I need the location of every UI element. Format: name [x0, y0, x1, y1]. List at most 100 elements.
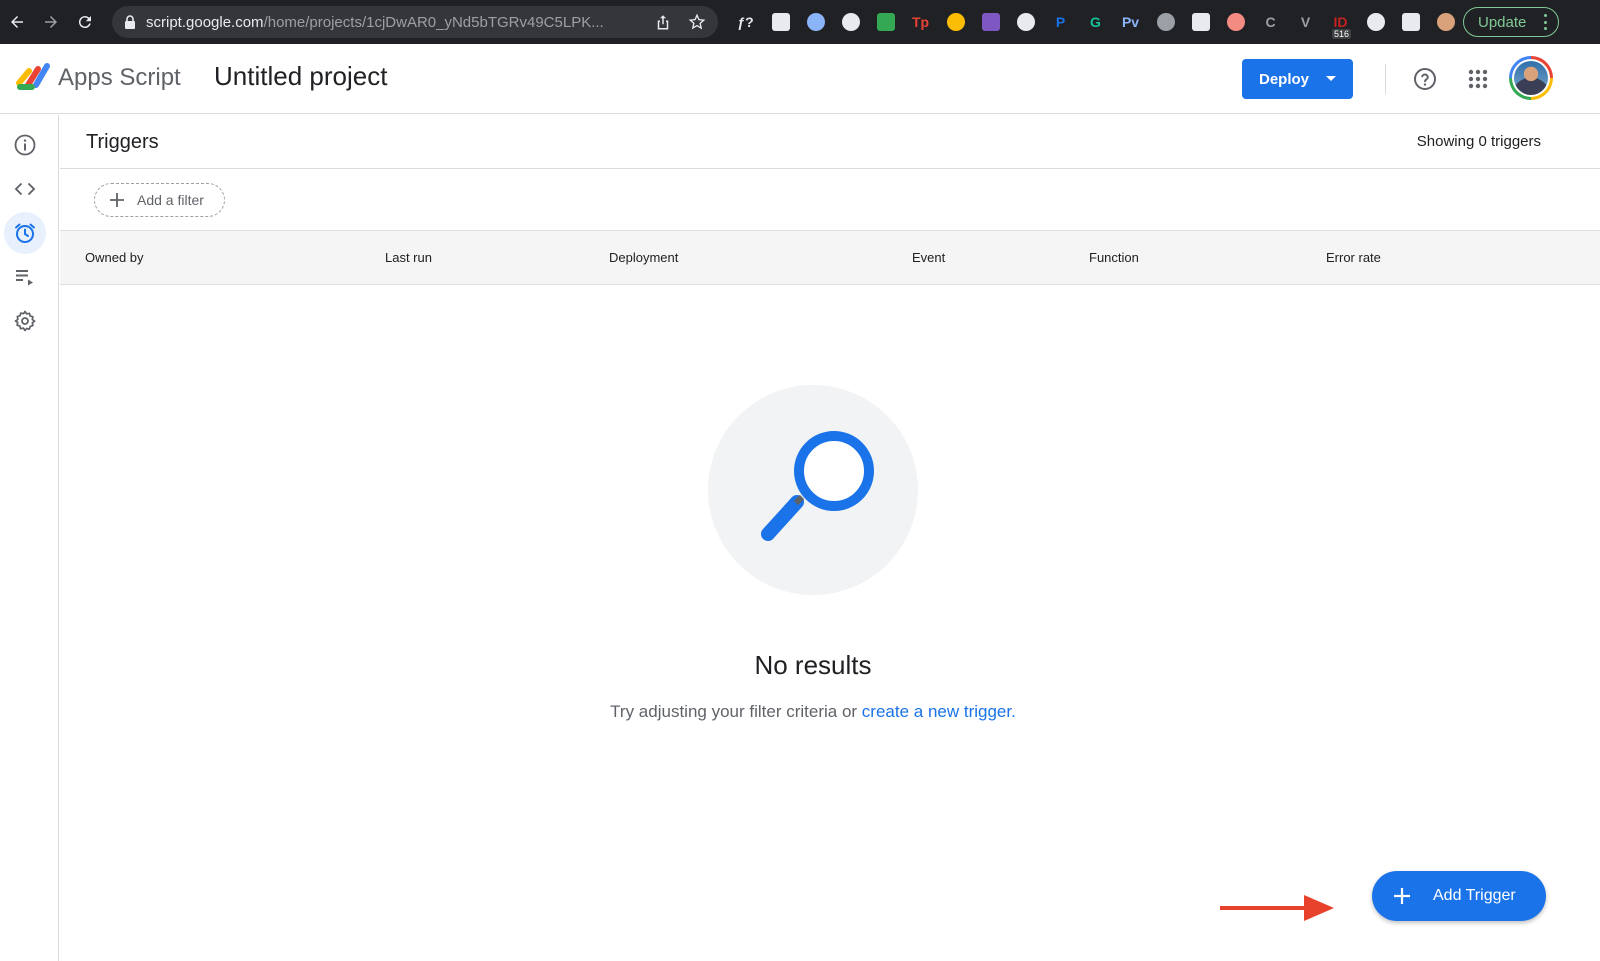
- tp-ext-button[interactable]: Tp: [903, 0, 938, 44]
- deploy-button[interactable]: Deploy: [1242, 59, 1353, 99]
- puzzle-ext-button[interactable]: [1358, 0, 1393, 44]
- purple-diamond-ext-icon: [981, 13, 1000, 31]
- browser-toolbar: script.google.com/home/projects/1cjDwAR0…: [0, 0, 1600, 44]
- formula-ext-icon: ƒ?: [737, 14, 754, 30]
- column-last-run[interactable]: Last run: [385, 250, 432, 265]
- react-ext-button[interactable]: [763, 0, 798, 44]
- update-label: Update: [1478, 13, 1527, 31]
- column-event[interactable]: Event: [912, 250, 945, 265]
- app-header: Apps Script Untitled project Deploy: [0, 44, 1600, 114]
- caret-down-icon: [1326, 76, 1336, 81]
- playlist-play-icon: [16, 270, 33, 286]
- magnifier-icon: [761, 431, 874, 541]
- column-error-rate[interactable]: Error rate: [1326, 250, 1381, 265]
- pv-ext-button[interactable]: Pv: [1113, 0, 1148, 44]
- add-filter-button[interactable]: Add a filter: [94, 183, 225, 217]
- empty-state-illustration: [708, 385, 918, 595]
- add-trigger-label: Add Trigger: [1433, 887, 1516, 904]
- compass-ext-button[interactable]: [1183, 0, 1218, 44]
- vue-ext-icon: V: [1300, 14, 1311, 30]
- address-bar[interactable]: script.google.com/home/projects/1cjDwAR0…: [112, 6, 718, 38]
- compass-ext-icon: [1191, 13, 1210, 31]
- update-button[interactable]: Update: [1463, 7, 1559, 37]
- add-trigger-button[interactable]: Add Trigger: [1372, 871, 1546, 921]
- owl-ext-icon: [1226, 13, 1245, 31]
- code-icon: [14, 182, 36, 196]
- power-ext-icon: [1016, 13, 1035, 31]
- sidepanel-ext-button[interactable]: [1393, 0, 1428, 44]
- github-ext-icon: [876, 13, 895, 31]
- more-vert-icon: [1544, 14, 1548, 30]
- extensions-bar: ƒ? Tp P G Pv C V ID 516: [728, 0, 1463, 44]
- empty-state-text: Try adjusting your filter criteria or: [610, 702, 858, 721]
- id-ext-icon: ID: [1333, 14, 1348, 30]
- owl-ext-button[interactable]: [1218, 0, 1253, 44]
- github-ext-button[interactable]: [868, 0, 903, 44]
- project-title[interactable]: Untitled project: [214, 61, 387, 92]
- plus-icon: [110, 193, 124, 207]
- forward-button[interactable]: [34, 0, 68, 44]
- header-divider: [1385, 64, 1386, 94]
- column-deployment[interactable]: Deployment: [609, 250, 678, 265]
- url-path: /home/projects/1cjDwAR0_yNd5bTGRv49C5LPK…: [263, 13, 604, 31]
- gear-ext-button[interactable]: [833, 0, 868, 44]
- puzzle-ext-icon: [1366, 13, 1385, 31]
- title-divider: [60, 168, 1600, 169]
- empty-state-title: No results: [754, 650, 872, 680]
- grey-dot-ext-button[interactable]: [1148, 0, 1183, 44]
- url-domain: script.google.com: [146, 13, 264, 31]
- id-ext-button[interactable]: ID 516: [1323, 0, 1358, 44]
- account-avatar[interactable]: [1509, 56, 1553, 100]
- rail-item-triggers[interactable]: [4, 212, 46, 254]
- colorwheel-ext-icon: [946, 13, 965, 31]
- help-icon[interactable]: [1413, 67, 1437, 91]
- profile-ext-icon: [1436, 13, 1455, 31]
- create-trigger-link[interactable]: create a new trigger.: [862, 702, 1016, 721]
- react-ext-icon: [771, 13, 790, 31]
- p-blue-ext-icon: P: [1055, 14, 1066, 30]
- settings-gear-icon: [14, 310, 36, 332]
- deploy-label: Deploy: [1259, 70, 1310, 88]
- grey-dot-ext-icon: [1156, 13, 1175, 31]
- circle-blue-ext-button[interactable]: [798, 0, 833, 44]
- vue-ext-button[interactable]: V: [1288, 0, 1323, 44]
- reload-button[interactable]: [68, 0, 102, 44]
- red-arrow-annotation: [1220, 895, 1334, 921]
- rail-item-overview[interactable]: [4, 124, 46, 166]
- add-filter-label: Add a filter: [137, 192, 204, 208]
- star-icon[interactable]: [688, 13, 706, 31]
- profile-ext-button[interactable]: [1428, 0, 1463, 44]
- product-name[interactable]: Apps Script: [58, 64, 181, 92]
- lock-icon: [125, 15, 135, 29]
- page-title: Triggers: [86, 131, 159, 153]
- plus-icon: [1394, 888, 1410, 904]
- url-text: script.google.com/home/projects/1cjDwAR0…: [146, 14, 646, 31]
- rail-item-executions[interactable]: [4, 256, 46, 298]
- share-icon[interactable]: [654, 13, 672, 31]
- table-header: Owned by Last run Deployment Event Funct…: [60, 230, 1600, 285]
- c-ext-button[interactable]: C: [1253, 0, 1288, 44]
- grammarly-ext-icon: G: [1090, 14, 1101, 30]
- grammarly-ext-button[interactable]: G: [1078, 0, 1113, 44]
- extension-badge: 516: [1332, 29, 1352, 39]
- column-function[interactable]: Function: [1089, 250, 1139, 265]
- alarm-clock-icon: [15, 223, 35, 243]
- colorwheel-ext-button[interactable]: [938, 0, 973, 44]
- trigger-count: Showing 0 triggers: [1416, 133, 1541, 150]
- rail-item-settings[interactable]: [4, 300, 46, 342]
- p-blue-ext-button[interactable]: P: [1043, 0, 1078, 44]
- reload-icon: [78, 16, 91, 29]
- apps-grid-icon[interactable]: [1468, 69, 1488, 89]
- arrow-left-icon: [11, 16, 23, 28]
- back-button[interactable]: [0, 0, 34, 44]
- purple-diamond-ext-button[interactable]: [973, 0, 1008, 44]
- info-icon: [14, 134, 36, 156]
- power-ext-button[interactable]: [1008, 0, 1043, 44]
- arrow-right-icon: [45, 16, 57, 28]
- c-ext-icon: C: [1265, 14, 1276, 30]
- circle-blue-ext-icon: [806, 13, 825, 31]
- rail-item-editor[interactable]: [4, 168, 46, 210]
- formula-ext-button[interactable]: ƒ?: [728, 0, 763, 44]
- sidepanel-ext-icon: [1401, 13, 1420, 31]
- column-owned-by[interactable]: Owned by: [85, 250, 144, 265]
